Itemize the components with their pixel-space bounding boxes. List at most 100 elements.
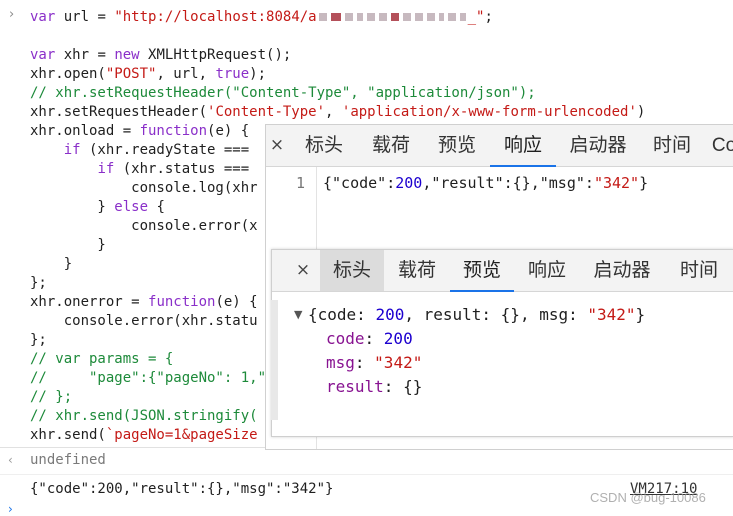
code-line: console.error(x — [30, 217, 257, 236]
code-token: else — [114, 199, 149, 215]
redacted-block — [330, 13, 341, 21]
code-token: true — [215, 66, 250, 82]
tab-4[interactable]: 启动器 — [556, 125, 640, 166]
code-token: : — [383, 377, 404, 396]
redacted-block — [447, 13, 456, 21]
code-token: url = — [55, 9, 115, 25]
tab-5[interactable]: 时间 — [640, 125, 704, 166]
code-token: {code: — [308, 305, 376, 324]
code-line: var url = "http://localhost:8084/a _"; — [30, 8, 493, 27]
code-token: (xhr.readyState === — [80, 142, 250, 158]
code-token: xhr.onerror = — [30, 294, 149, 310]
code-token: "POST" — [105, 66, 157, 82]
code-line: } else { — [30, 198, 165, 217]
code-token: xhr.open( — [30, 66, 106, 82]
code-token: } — [30, 199, 115, 215]
code-token: xhr.setRequestHeader( — [30, 104, 208, 120]
code-token: : — [364, 329, 384, 348]
code-token: result — [326, 377, 384, 396]
code-token: }; — [30, 275, 47, 291]
tab-2[interactable]: 预览 — [424, 125, 490, 166]
code-token: // xhr.send(JSON.stringify( — [30, 408, 258, 424]
scrollbar[interactable] — [271, 300, 278, 420]
code-token: if — [97, 161, 115, 177]
code-token: 200 — [395, 174, 423, 192]
code-token: _" — [467, 9, 485, 25]
code-line: // }; — [30, 388, 72, 407]
code-token: , url, — [156, 66, 216, 82]
code-token: function — [139, 123, 208, 139]
close-icon[interactable]: × — [292, 250, 314, 291]
code-token: new — [114, 47, 140, 63]
code-line: // xhr.send(JSON.stringify( — [30, 407, 258, 426]
code-line: // xhr.setRequestHeader("Content-Type", … — [30, 84, 536, 103]
code-token: XMLHttpRequest(); — [139, 47, 292, 63]
code-token: function — [148, 294, 216, 310]
code-token: if — [63, 142, 81, 158]
tab-0[interactable]: 标头 — [320, 250, 384, 291]
code-token: "342" — [593, 174, 640, 192]
code-line: xhr.onload = function(e) { — [30, 122, 249, 141]
code-line: console.error(xhr.statu — [30, 312, 258, 331]
code-token: { — [148, 199, 165, 215]
code-token: code — [326, 329, 365, 348]
code-token: msg — [326, 353, 355, 372]
tab-1[interactable]: 载荷 — [358, 125, 424, 166]
return-value-text: undefined — [30, 452, 106, 468]
code-token: , result: {}, msg: — [404, 305, 588, 324]
divider — [0, 474, 733, 475]
code-line: } — [30, 236, 106, 255]
code-token: "http://localhost:8084/a — [114, 9, 317, 25]
tree-property-row: msg: "342" — [326, 353, 422, 372]
tab-3[interactable]: 响应 — [490, 125, 556, 167]
code-line: xhr.onerror = function(e) { — [30, 293, 258, 312]
tab-3[interactable]: 响应 — [514, 250, 580, 291]
code-token: "342" — [374, 353, 423, 372]
code-token: }; — [30, 332, 47, 348]
code-token: 200 — [383, 329, 413, 348]
code-token: // var params = { — [30, 351, 174, 367]
code-token: } — [639, 174, 649, 192]
tab-2[interactable]: 预览 — [450, 250, 514, 292]
input-prompt-icon[interactable]: › — [8, 502, 13, 516]
code-token: } — [30, 237, 106, 253]
code-token: console.log(xhr — [30, 180, 258, 196]
return-arrow-icon: ‹ — [8, 453, 13, 467]
code-token: ; — [484, 9, 493, 25]
redacted-block — [356, 13, 363, 21]
tab-0[interactable]: 标头 — [290, 125, 358, 166]
code-token: `pageNo=1&pageSize — [105, 427, 258, 443]
code-token: xhr = — [55, 47, 115, 63]
network-preview-panel: × 标头 载荷 预览 响应 启动器 时间 ▼ {code: 200, result: {}… — [271, 249, 733, 437]
redacted-block — [344, 13, 353, 21]
code-line: }; — [30, 331, 47, 350]
code-line: if (xhr.status === — [30, 160, 249, 179]
redacted-block — [390, 13, 399, 21]
code-token: var — [30, 47, 56, 63]
code-token: ,"result":{},"msg": — [422, 174, 594, 192]
tab-4[interactable]: 启动器 — [580, 250, 664, 291]
code-token: : — [354, 353, 375, 372]
code-token: 'application/x-www-form-urlencoded' — [341, 104, 637, 120]
code-token: // "page":{"pageNo": 1," — [30, 370, 267, 386]
tree-summary[interactable]: {code: 200, result: {}, msg: "342"} — [308, 305, 645, 324]
code-line: }; — [30, 274, 47, 293]
code-token: console.error(xhr.statu — [30, 313, 258, 329]
expand-toggle-icon[interactable]: ▼ — [294, 308, 302, 321]
code-token: (e) { — [207, 123, 250, 139]
close-icon[interactable]: × — [266, 125, 288, 166]
code-token: (xhr.status === — [114, 161, 250, 177]
console-output-text: {"code":200,"result":{},"msg":"342"} — [30, 481, 334, 497]
redacted-block — [438, 13, 444, 21]
tab-6[interactable]: Co — [704, 125, 733, 166]
tab-5[interactable]: 时间 — [664, 250, 733, 291]
code-line: // var params = { — [30, 350, 173, 369]
redacted-block — [378, 13, 387, 21]
redacted-block — [366, 13, 375, 21]
tab-1[interactable]: 载荷 — [384, 250, 450, 291]
response-body-text: {"code":200,"result":{},"msg":"342"} — [323, 174, 648, 192]
return-value-row: ‹ undefined — [0, 449, 733, 473]
code-line: if (xhr.readyState === — [30, 141, 249, 160]
